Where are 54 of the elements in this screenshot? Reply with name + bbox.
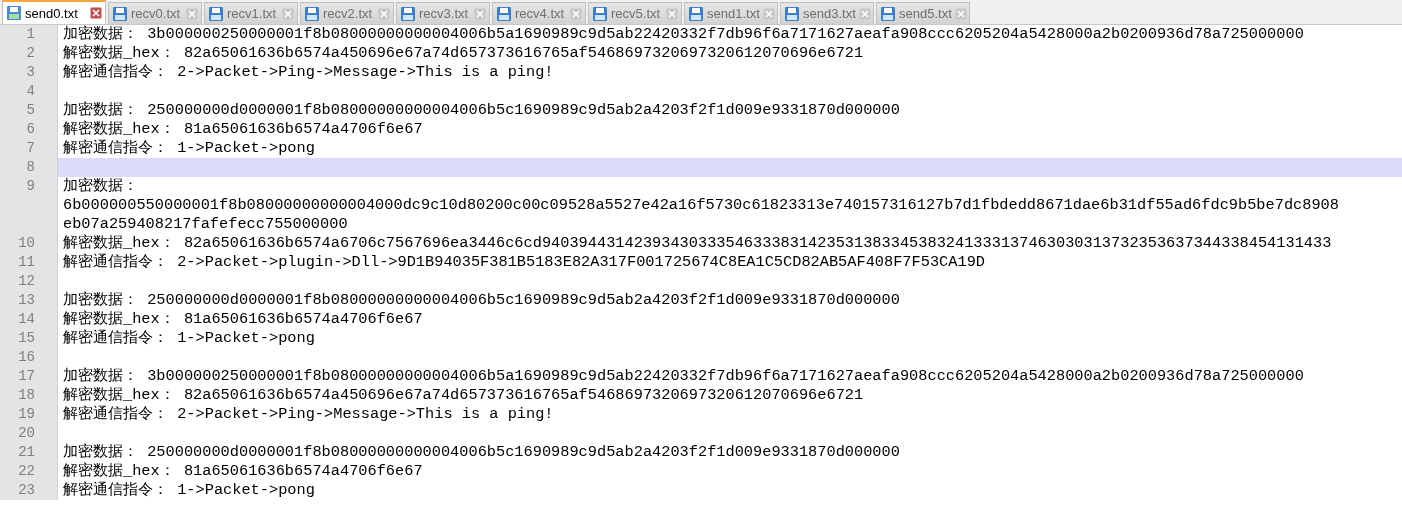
file-tab[interactable]: recv0.txt [108, 2, 202, 24]
line-number: 13 [17, 291, 35, 310]
file-tab[interactable]: send1.txt [684, 2, 778, 24]
line-number: 19 [17, 405, 35, 424]
code-text: 加密数据： 250000000d0000001f8b08000000000004006b5c1690989c9d5ab2a4203f2f1d009e9331870d000000 [63, 291, 900, 309]
line-number: 4 [25, 82, 35, 101]
code-text: 解密数据_hex： 81a65061636b6574a4706f6e67 [63, 120, 423, 138]
line-number: 10 [17, 234, 35, 253]
code-text: 解密通信指令： 1->Packet->pong [63, 329, 315, 347]
line-number: 5 [25, 101, 35, 120]
code-text: 解密数据_hex： 82a65061636b6574a6706c7567696ea3446c6cd94039443142393430333546333831423531383345383241333137463030313732353637344338454131433 [63, 234, 1332, 252]
file-tab[interactable]: recv2.txt [300, 2, 394, 24]
line-number: 23 [17, 481, 35, 500]
line-number: 14 [17, 310, 35, 329]
code-text: 加密数据： 3b000000250000001f8b08000000000004006b5a1690989c9d5ab22420332f7db96f6a7171627aeafa908ccc6205204a5428000a2b0200936d78a725000000 [63, 367, 1304, 385]
file-tab[interactable]: recv1.txt [204, 2, 298, 24]
line-number: 22 [17, 462, 35, 481]
code-text: 解密通信指令： 2->Packet->Ping->Message->This is a ping! [63, 405, 554, 423]
code-text: 解密通信指令： 2->Packet->plugin->Dll->9D1B94035F381B5183E82A317F001725674C8EA1C5CD82AB5AF408F7F53CA19D [63, 253, 985, 271]
file-tab[interactable]: recv4.txt [492, 2, 586, 24]
code-text: 加密数据： [63, 177, 138, 195]
line-number: 20 [17, 424, 35, 443]
code-text: 解密数据_hex： 81a65061636b6574a4706f6e67 [63, 462, 423, 480]
code-text: 解密通信指令： 2->Packet->Ping->Message->This is a ping! [63, 63, 554, 81]
line-number: 18 [17, 386, 35, 405]
code-text: 加密数据： 250000000d0000001f8b08000000000004006b5c1690989c9d5ab2a4203f2f1d009e9331870d000000 [63, 443, 900, 461]
line-number: 7 [25, 139, 35, 158]
file-tab[interactable]: send3.txt [780, 2, 874, 24]
code-text: 解密数据_hex： 82a65061636b6574a450696e67a74d657373616765af5468697320697320612070696e6721 [63, 386, 864, 404]
line-number: 6 [25, 120, 35, 139]
line-number: 15 [17, 329, 35, 348]
file-tab[interactable]: send5.txt [876, 2, 970, 24]
code-text: 解密通信指令： 1->Packet->pong [63, 481, 315, 499]
file-tab[interactable]: recv3.txt [396, 2, 490, 24]
line-number: 3 [25, 63, 35, 82]
line-number: 2 [25, 44, 35, 63]
line-number: 17 [17, 367, 35, 386]
code-text: 解密通信指令： 1->Packet->pong [63, 139, 315, 157]
code-text: 解密数据_hex： 82a65061636b6574a450696e67a74d657373616765af5468697320697320612070696e6721 [63, 44, 864, 62]
code-text: eb07a259408217fafefecc755000000 [63, 215, 348, 233]
line-number: 1 [25, 25, 35, 44]
line-number: 11 [17, 253, 35, 272]
line-number: 9 [25, 177, 35, 196]
code-text: 6b000000550000001f8b08000000000004000dc9c10d80200c00c09528a5527e42a16f5730c61823313e740157316127b7d1fbdedd8671dae6b31df55ad6fdc9b5be7dc8908 [63, 196, 1339, 214]
code-text: 解密数据_hex： 81a65061636b6574a4706f6e67 [63, 310, 423, 328]
line-number: 21 [17, 443, 35, 462]
file-tab[interactable]: send0.txt [2, 0, 106, 24]
line-number: 12 [17, 272, 35, 291]
code-text: 加密数据： 250000000d0000001f8b08000000000004006b5c1690989c9d5ab2a4203f2f1d009e9331870d000000 [63, 101, 900, 119]
line-number: 16 [17, 348, 35, 367]
line-number: 8 [25, 158, 35, 177]
file-tab[interactable]: recv5.txt [588, 2, 682, 24]
code-text: 加密数据： 3b000000250000001f8b08000000000004006b5a1690989c9d5ab22420332f7db96f6a7171627aeafa908ccc6205204a5428000a2b0200936d78a725000000 [63, 25, 1304, 43]
close-icon[interactable] [90, 7, 102, 19]
